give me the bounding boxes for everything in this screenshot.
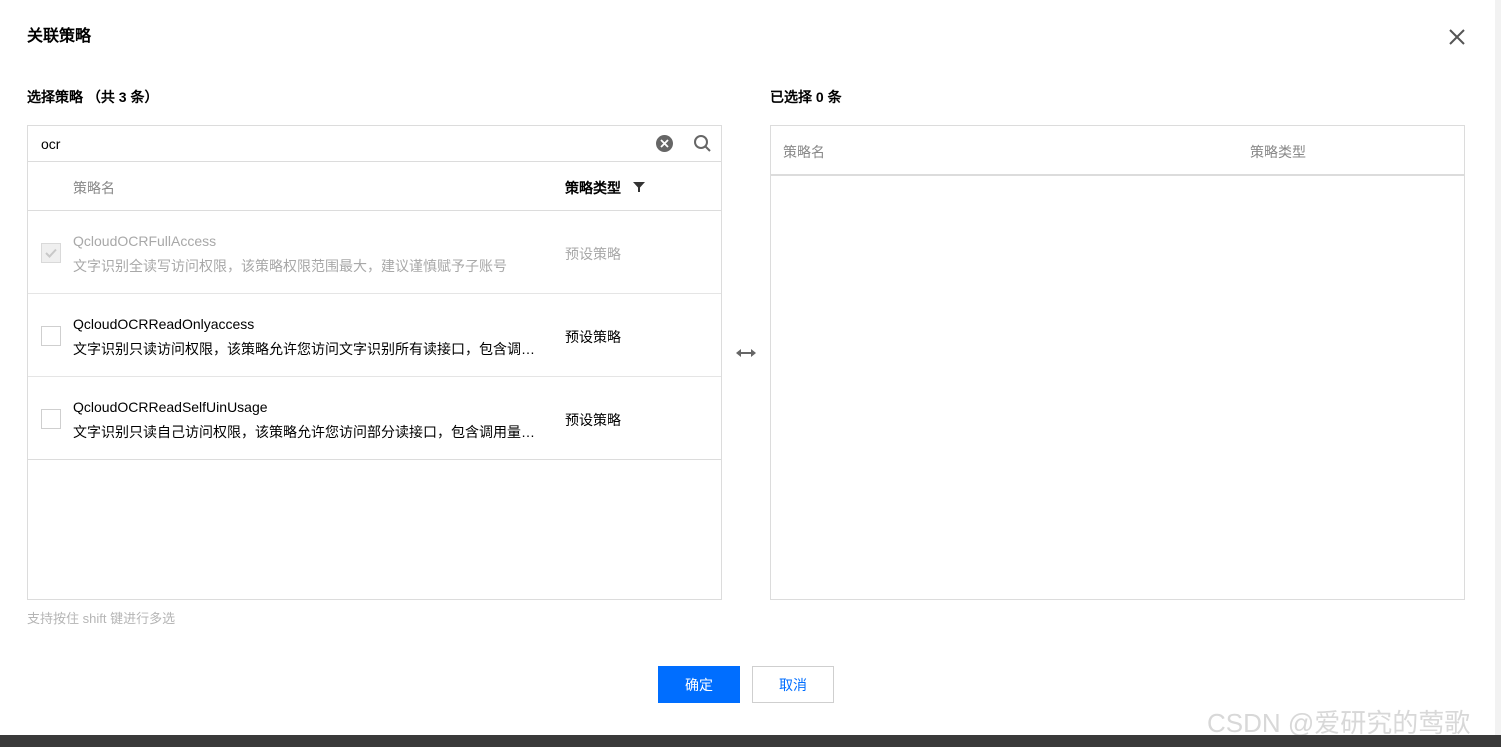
policy-list-panel: 策略名 策略类型 QcloudOCRFullAccess 文字识别全读写访问权限… <box>27 125 722 600</box>
policy-type: 预设策略 <box>565 329 621 345</box>
policy-description: 文字识别只读访问权限，该策略允许您访问文字识别所有读接口，包含调用接口 <box>73 341 543 357</box>
search-bar <box>28 126 721 162</box>
search-input[interactable] <box>41 135 641 152</box>
scrollbar-track[interactable] <box>1495 0 1501 735</box>
row-checkbox <box>41 243 61 263</box>
policy-name: QcloudOCRReadSelfUinUsage <box>73 399 268 415</box>
selected-table-header: 策略名 策略类型 <box>771 126 1464 176</box>
search-icon[interactable] <box>693 134 712 153</box>
column-header-type[interactable]: 策略类型 <box>565 178 621 198</box>
table-row[interactable]: QcloudOCRFullAccess 文字识别全读写访问权限，该策略权限范围最… <box>28 211 721 294</box>
selected-column-header-name: 策略名 <box>783 144 825 160</box>
policy-type: 预设策略 <box>565 412 621 428</box>
table-row[interactable]: QcloudOCRReadSelfUinUsage 文字识别只读自己访问权限，该… <box>28 377 721 460</box>
policy-name: QcloudOCRReadOnlyaccess <box>73 316 255 332</box>
confirm-button[interactable]: 确定 <box>658 666 740 703</box>
policy-description: 文字识别全读写访问权限，该策略权限范围最大，建议谨慎赋予子账号 <box>73 258 507 274</box>
dialog-title: 关联策略 <box>27 28 92 45</box>
selected-count-label: 已选择 0 条 <box>770 89 842 105</box>
row-checkbox[interactable] <box>41 326 61 346</box>
swap-arrows-icon <box>735 345 757 361</box>
policy-type: 预设策略 <box>565 246 621 262</box>
filter-icon[interactable] <box>633 180 645 192</box>
selected-policy-panel: 策略名 策略类型 <box>770 125 1465 600</box>
multi-select-hint: 支持按住 shift 键进行多选 <box>27 611 176 626</box>
policy-name: QcloudOCRFullAccess <box>73 233 217 249</box>
policy-description: 文字识别只读自己访问权限，该策略允许您访问部分读接口，包含调用量查询 <box>73 424 543 440</box>
row-checkbox[interactable] <box>41 409 61 429</box>
selected-column-header-type: 策略类型 <box>1250 144 1306 160</box>
clear-icon[interactable] <box>655 134 674 153</box>
bottom-bar <box>0 735 1501 747</box>
cancel-button[interactable]: 取消 <box>752 666 834 703</box>
table-row[interactable]: QcloudOCRReadOnlyaccess 文字识别只读访问权限，该策略允许… <box>28 294 721 377</box>
table-header: 策略名 策略类型 <box>28 162 721 211</box>
select-policy-label: 选择策略 （共 3 条） <box>27 89 159 105</box>
column-header-name: 策略名 <box>73 180 115 196</box>
close-icon[interactable] <box>1446 26 1468 48</box>
